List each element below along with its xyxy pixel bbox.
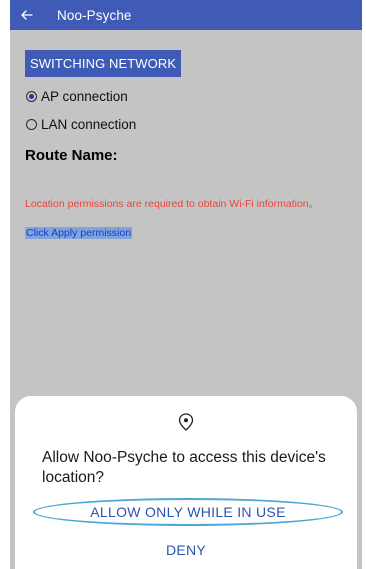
- radio-unselected-icon: [26, 119, 37, 130]
- radio-dot: [29, 94, 34, 99]
- apply-permission-link[interactable]: Click Apply permission: [25, 227, 133, 239]
- app-bar: Noo-Psyche: [10, 0, 362, 30]
- app-title: Noo-Psyche: [57, 7, 132, 23]
- lan-connection-label: LAN connection: [41, 117, 137, 132]
- radio-selected-icon: [26, 91, 37, 102]
- location-target-icon: [178, 413, 194, 431]
- allow-while-in-use-button[interactable]: ALLOW ONLY WHILE IN USE: [33, 498, 343, 526]
- location-permission-dialog: Allow Noo-Psyche to access this device's…: [15, 396, 357, 569]
- permission-message: Location permissions are required to obt…: [25, 198, 320, 210]
- switching-network-button[interactable]: SWITCHING NETWORK: [25, 50, 182, 77]
- arrow-left-icon[interactable]: [20, 8, 34, 22]
- lan-connection-radio[interactable]: LAN connection: [26, 117, 136, 132]
- app-screen: Noo-Psyche SWITCHING NETWORK AP connecti…: [10, 0, 362, 569]
- ap-connection-radio[interactable]: AP connection: [26, 89, 128, 104]
- ap-connection-label: AP connection: [41, 89, 128, 104]
- deny-button[interactable]: DENY: [149, 539, 223, 561]
- dialog-title: Allow Noo-Psyche to access this device's…: [42, 449, 326, 486]
- route-name-label: Route Name:: [25, 147, 118, 164]
